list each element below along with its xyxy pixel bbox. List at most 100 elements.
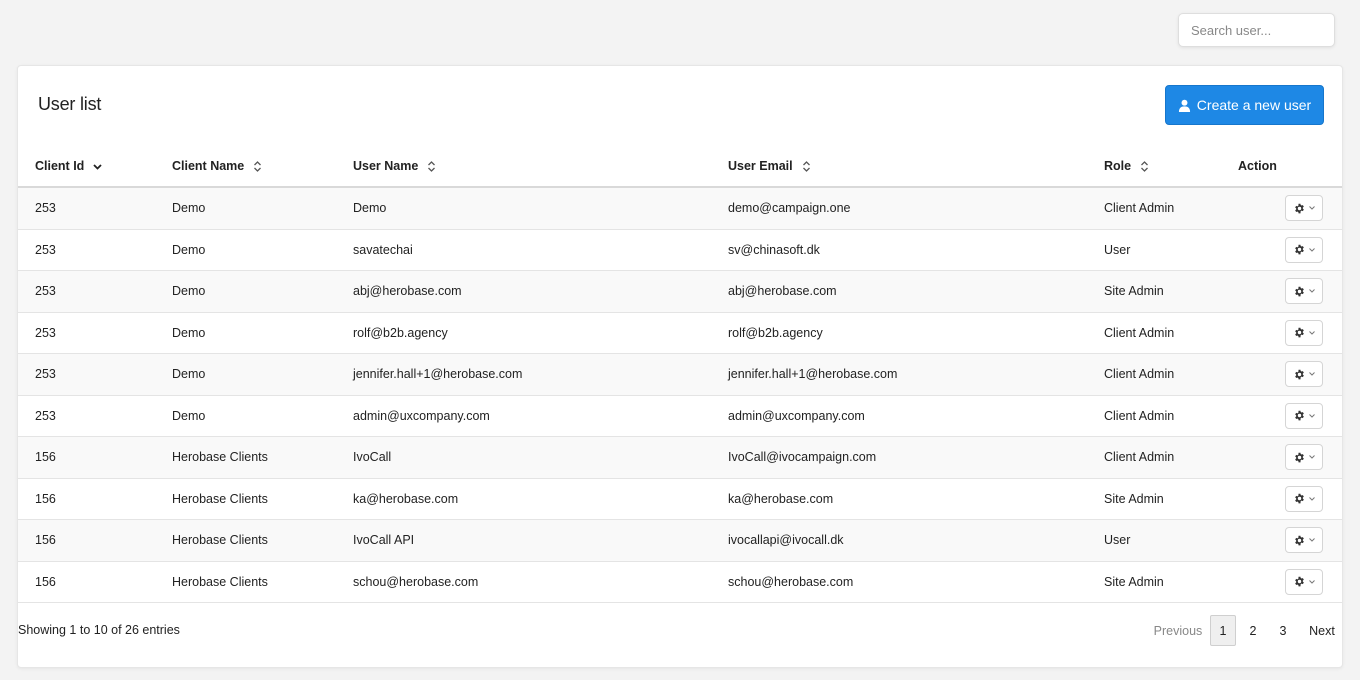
header-client-name[interactable]: Client Name (172, 159, 262, 173)
chevron-down-icon (1308, 289, 1315, 293)
header-user-email-label: User Email (728, 159, 793, 173)
row-action-button[interactable] (1285, 278, 1323, 305)
header-user-name-label: User Name (353, 159, 419, 173)
row-action-button[interactable] (1285, 319, 1323, 346)
pagination-page-3[interactable]: 3 (1270, 615, 1296, 646)
table-row: 253 Demo abj@herobase.com abj@herobase.com S… (18, 271, 1342, 313)
cell-user-name: rolf@b2b.agency (353, 325, 448, 340)
cell-client-id: 253 (35, 325, 56, 340)
cell-client-name: Herobase Clients (172, 533, 268, 548)
table-row: 156 Herobase Clients IvoCall IvoCall@ivocam… (18, 437, 1342, 479)
search-input[interactable] (1178, 13, 1335, 47)
cell-role: Client Admin (1104, 201, 1175, 216)
table-header: Client Id Client Name User Name User Ema… (18, 146, 1342, 188)
cell-user-name: Demo (353, 201, 387, 216)
cell-user-email: admin@uxcompany.com (728, 408, 865, 423)
cell-user-name: abj@herobase.com (353, 284, 462, 299)
cell-user-name: ka@herobase.com (353, 491, 459, 506)
row-action-button[interactable] (1285, 485, 1323, 512)
cell-role: Client Admin (1104, 408, 1175, 423)
gear-icon (1294, 493, 1304, 504)
cell-client-name: Herobase Clients (172, 491, 268, 506)
table-row: 253 Demo jennifer.hall+1@herobase.com jenni… (18, 354, 1342, 396)
cell-client-id: 156 (35, 491, 56, 506)
cell-role: Site Admin (1104, 491, 1164, 506)
cell-client-name: Herobase Clients (172, 574, 268, 589)
gear-icon (1294, 244, 1304, 255)
create-user-button[interactable]: Create a new user (1165, 85, 1324, 125)
table-row: 253 Demo admin@uxcompany.com admin@uxcompan… (18, 396, 1342, 437)
cell-user-email: demo@campaign.one (728, 201, 851, 216)
row-action-button[interactable] (1285, 444, 1323, 471)
cell-user-email: abj@herobase.com (728, 284, 837, 299)
cell-user-email: IvoCall@ivocampaign.com (728, 450, 877, 465)
pagination: Previous 1 2 3 Next (1128, 615, 1342, 646)
pagination-next[interactable]: Next (1304, 615, 1340, 646)
chevron-down-icon (1308, 455, 1315, 459)
cell-user-email: schou@herobase.com (728, 574, 854, 589)
header-client-id[interactable]: Client Id (35, 159, 102, 173)
cell-user-email: sv@chinasoft.dk (728, 242, 820, 257)
gear-icon (1294, 410, 1304, 421)
header-client-name-label: Client Name (172, 159, 245, 173)
cell-client-name: Herobase Clients (172, 450, 268, 465)
cell-client-id: 156 (35, 450, 56, 465)
chevron-down-icon (1308, 413, 1315, 418)
cell-user-name: IvoCall (353, 450, 392, 465)
table-row: 156 Herobase Clients ka@herobase.com ka@her… (18, 479, 1342, 520)
cell-client-name: Demo (172, 367, 206, 382)
chevron-down-icon (1308, 579, 1315, 584)
user-list-card: User list Create a new user Client Id Cl… (17, 65, 1343, 668)
cell-user-name: schou@herobase.com (353, 574, 479, 589)
page-title: User list (38, 94, 102, 114)
table-row: 156 Herobase Clients IvoCall API ivocallapi… (18, 520, 1342, 562)
gear-icon (1294, 452, 1304, 463)
row-action-button[interactable] (1285, 236, 1323, 263)
header-action-label: Action (1238, 159, 1277, 173)
table-row: 253 Demo Demo demo@campaign.one Client Admin (18, 188, 1342, 230)
sort-icon (254, 160, 262, 172)
cell-client-name: Demo (172, 284, 206, 299)
user-table: Client Id Client Name User Name User Ema… (18, 146, 1342, 603)
header-role-label: Role (1104, 159, 1132, 173)
cell-role: Client Admin (1104, 367, 1175, 382)
chevron-down-icon (1308, 538, 1315, 542)
row-action-button[interactable] (1285, 402, 1323, 429)
cell-client-id: 156 (35, 533, 56, 548)
cell-role: Client Admin (1104, 450, 1175, 465)
cell-client-id: 253 (35, 284, 56, 299)
cell-client-id: 253 (35, 242, 56, 257)
row-action-button[interactable] (1285, 361, 1323, 388)
cell-role: User (1104, 242, 1131, 257)
row-action-button[interactable] (1285, 195, 1323, 222)
cell-role: User (1104, 533, 1131, 548)
chevron-down-icon (1308, 496, 1315, 501)
gear-icon (1294, 203, 1304, 214)
pagination-page-1[interactable]: 1 (1210, 615, 1236, 646)
cell-user-email: ka@herobase.com (728, 491, 834, 506)
cell-client-id: 253 (35, 408, 56, 423)
cell-client-name: Demo (172, 201, 206, 216)
cell-user-name: jennifer.hall+1@herobase.com (353, 367, 523, 382)
user-icon (1178, 99, 1190, 112)
entries-info: Showing 1 to 10 of 26 entries (18, 623, 180, 637)
cell-role: Site Admin (1104, 284, 1164, 299)
gear-icon (1294, 576, 1304, 587)
cell-user-name: savatechai (353, 242, 413, 257)
cell-user-email: ivocallapi@ivocall.dk (728, 533, 844, 548)
row-action-button[interactable] (1285, 568, 1323, 595)
create-user-label: Create a new user (1196, 97, 1312, 113)
cell-user-name: admin@uxcompany.com (353, 408, 490, 423)
cell-client-id: 253 (35, 201, 56, 216)
header-role[interactable]: Role (1104, 159, 1149, 173)
pagination-page-2[interactable]: 2 (1240, 615, 1266, 646)
pagination-previous[interactable]: Previous (1152, 615, 1204, 646)
cell-client-name: Demo (172, 408, 206, 423)
header-user-name[interactable]: User Name (353, 159, 436, 173)
chevron-down-icon (1308, 330, 1315, 335)
header-user-email[interactable]: User Email (728, 159, 811, 173)
table-row: 253 Demo rolf@b2b.agency rolf@b2b.agency Cli… (18, 313, 1342, 354)
row-action-button[interactable] (1285, 527, 1323, 554)
gear-icon (1294, 286, 1304, 297)
sort-icon (1141, 160, 1149, 172)
